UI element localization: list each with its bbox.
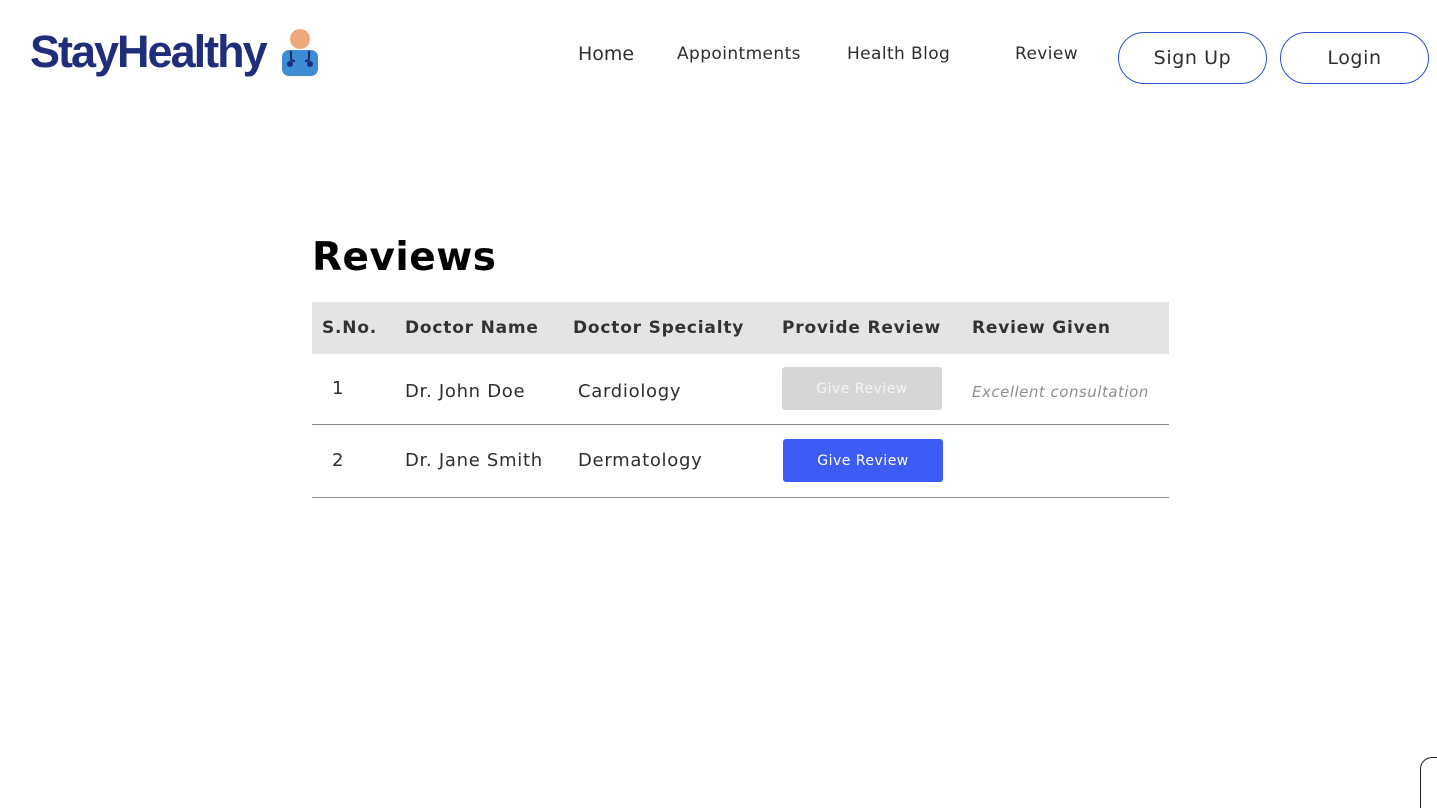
logo-link[interactable]: StayHealthy	[30, 26, 320, 78]
row-1-specialty: Cardiology	[578, 381, 682, 402]
nav-home[interactable]: Home	[578, 42, 634, 66]
doctor-icon	[281, 29, 318, 76]
login-button[interactable]: Login	[1280, 32, 1429, 84]
row-2-give-review-button[interactable]: Give Review	[783, 439, 943, 482]
column-header-doctor-name: Doctor Name	[405, 318, 539, 338]
row-1-doctor-name: Dr. John Doe	[405, 381, 526, 402]
column-header-doctor-specialty: Doctor Specialty	[573, 318, 745, 338]
nav-appointments[interactable]: Appointments	[677, 42, 801, 66]
row-divider	[312, 424, 1169, 425]
row-divider	[312, 497, 1169, 498]
column-header-sno: S.No.	[322, 318, 378, 338]
logo-text: StayHealthy	[30, 26, 268, 77]
row-1-give-review-button[interactable]: Give Review	[782, 367, 942, 410]
row-1-sno: 1	[332, 378, 345, 399]
page-title: Reviews	[312, 235, 497, 280]
nav-health-blog[interactable]: Health Blog	[847, 42, 950, 66]
sign-up-button[interactable]: Sign Up	[1118, 32, 1267, 84]
row-2-doctor-name: Dr. Jane Smith	[405, 450, 543, 471]
reviews-table: S.No. Doctor Name Doctor Specialty Provi…	[312, 302, 1169, 500]
row-2-specialty: Dermatology	[578, 450, 703, 471]
column-header-review-given: Review Given	[972, 318, 1111, 338]
nav-review[interactable]: Review	[1015, 42, 1078, 66]
row-2-sno: 2	[332, 450, 345, 471]
column-header-provide-review: Provide Review	[782, 318, 942, 338]
row-1-review-given: Excellent consultation	[972, 383, 1149, 401]
floating-widget-edge[interactable]	[1420, 757, 1437, 808]
